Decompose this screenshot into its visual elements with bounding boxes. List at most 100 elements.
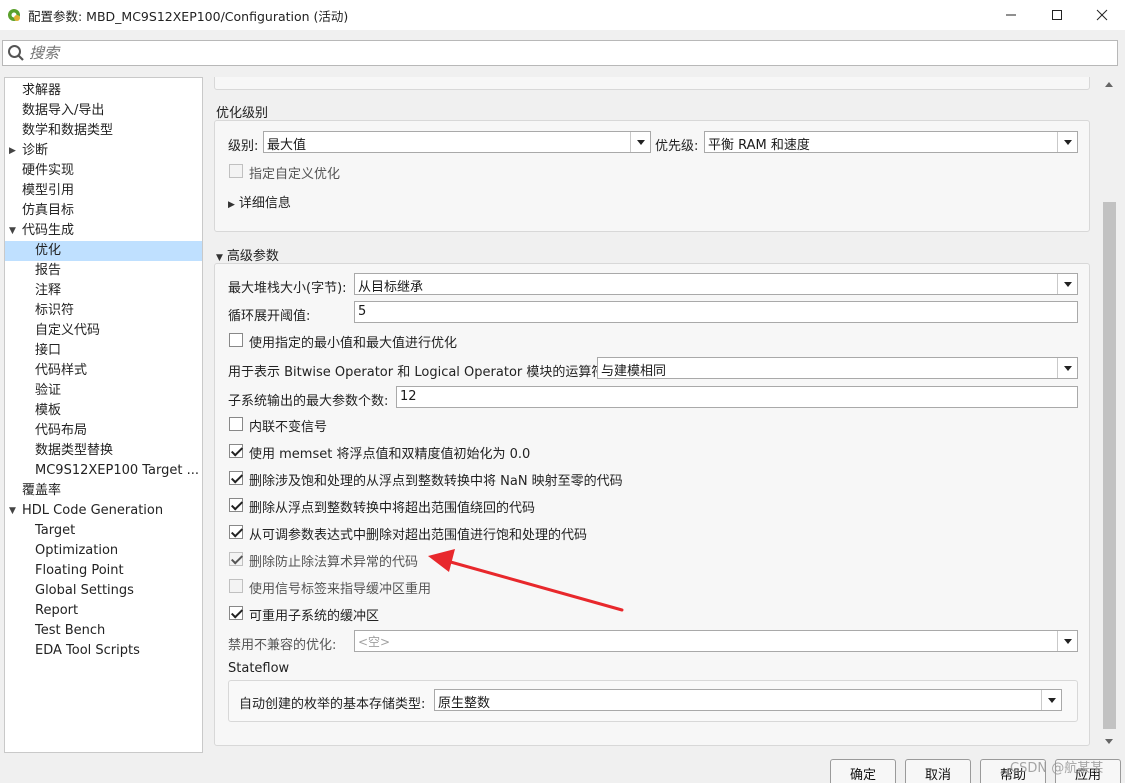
inline-checkbox[interactable] [229, 417, 243, 431]
tree-item-identifiers[interactable]: 标识符 [5, 301, 202, 321]
tree-item-hdl-global-settings[interactable]: Global Settings [5, 581, 202, 601]
tree-item-data-type-replacement[interactable]: 数据类型替换 [5, 441, 202, 461]
title-bar: 配置参数: MBD_MC9S12XEP100/Configuration (活动… [0, 0, 1125, 30]
advanced-title[interactable]: ▼ 高级参数 [216, 245, 279, 264]
enum-label: 自动创建的枚举的基本存储类型: [239, 697, 426, 712]
stack-select[interactable]: 从目标继承 [354, 273, 1078, 295]
details-expander[interactable]: ▶ 详细信息 [228, 192, 291, 211]
memset-checkbox[interactable] [229, 444, 243, 458]
stateflow-title: Stateflow [228, 661, 290, 676]
tree-item-comments[interactable]: 注释 [5, 281, 202, 301]
tree-item-codegen[interactable]: ▼ 代码生成 [5, 221, 202, 241]
chevron-down-icon[interactable] [630, 132, 650, 152]
tree-item-hardware[interactable]: 硬件实现 [5, 161, 202, 181]
tree-item-hdl-optimization[interactable]: Optimization [5, 541, 202, 561]
tree-item-code-layout[interactable]: 代码布局 [5, 421, 202, 441]
tree-item-data-io[interactable]: 数据导入/导出 [5, 101, 202, 121]
custom-opt-checkbox[interactable] [229, 164, 243, 178]
tree-item-hdl-codegen[interactable]: ▼ HDL Code Generation [5, 501, 202, 521]
tree-item-custom-code[interactable]: 自定义代码 [5, 321, 202, 341]
wrap-checkbox[interactable] [229, 498, 243, 512]
level-label: 级别: [228, 139, 259, 154]
maximize-icon [1052, 10, 1062, 20]
collapse-arrow-icon: ▼ [216, 253, 223, 263]
search-bar[interactable] [2, 40, 1118, 66]
bitwise-select[interactable]: 与建模相同 [597, 357, 1078, 379]
config-tree: 求解器 数据导入/导出 数学和数据类型 ▶ 诊断 硬件实现 模型引用 仿真目标 ▼… [4, 77, 203, 753]
tree-item-optimization[interactable]: 优化 [5, 241, 202, 261]
minimize-icon [1006, 14, 1016, 16]
tree-item-mc9s12-target[interactable]: MC9S12XEP100 Target ... [5, 461, 202, 481]
ok-button[interactable]: 确定 [830, 759, 896, 783]
settings-panel: 优化级别 级别: 最大值 优先级: 平衡 RAM 和速度 指定自定义优化 ▶ 详细… [203, 77, 1117, 753]
nan-label: 删除涉及饱和处理的从浮点到整数转换中将 NaN 映射至零的代码 [249, 474, 623, 489]
nan-checkbox[interactable] [229, 471, 243, 485]
tree-item-code-style[interactable]: 代码样式 [5, 361, 202, 381]
minmax-checkbox[interactable] [229, 333, 243, 347]
tree-item-hdl-report[interactable]: Report [5, 601, 202, 621]
tree-item-diagnostics[interactable]: ▶ 诊断 [5, 141, 202, 161]
reuse-checkbox[interactable] [229, 606, 243, 620]
reuse-label: 可重用子系统的缓冲区 [249, 609, 380, 624]
tree-item-verification[interactable]: 验证 [5, 381, 202, 401]
priority-select[interactable]: 平衡 RAM 和速度 [704, 131, 1078, 153]
stack-label: 最大堆栈大小(字节): [228, 281, 347, 296]
opt-level-group: 级别: 最大值 优先级: 平衡 RAM 和速度 指定自定义优化 ▶ 详细信息 [214, 120, 1090, 232]
expand-arrow-icon: ▶ [228, 200, 235, 210]
vertical-scrollbar[interactable] [1101, 77, 1117, 753]
div-checkbox[interactable] [229, 552, 243, 566]
scroll-down-icon[interactable] [1105, 739, 1113, 744]
incompat-select[interactable]: <空> [354, 630, 1078, 652]
sat-label: 从可调参数表达式中删除对超出范围值进行饱和处理的代码 [249, 528, 588, 543]
div-label: 删除防止除法算术异常的代码 [249, 555, 419, 570]
chevron-down-icon[interactable] [1057, 132, 1077, 152]
collapse-arrow-icon[interactable]: ▼ [9, 221, 16, 241]
cancel-button[interactable]: 取消 [905, 759, 971, 783]
collapse-arrow-icon[interactable]: ▼ [9, 501, 16, 521]
tree-item-math[interactable]: 数学和数据类型 [5, 121, 202, 141]
tree-item-hdl-eda-scripts[interactable]: EDA Tool Scripts [5, 641, 202, 661]
loop-threshold-input[interactable]: 5 [354, 301, 1078, 323]
chevron-down-icon[interactable] [1057, 358, 1077, 378]
maximize-button[interactable] [1034, 0, 1080, 30]
matlab-gear-icon [8, 9, 20, 21]
level-select[interactable]: 最大值 [263, 131, 651, 153]
tree-item-hdl-test-bench[interactable]: Test Bench [5, 621, 202, 641]
tree-item-solver[interactable]: 求解器 [5, 81, 202, 101]
loop-label: 循环展开阈值: [228, 309, 311, 324]
minmax-label: 使用指定的最小值和最大值进行优化 [249, 336, 458, 351]
siglabel-label: 使用信号标签来指导缓冲区重用 [249, 582, 432, 597]
tree-item-hdl-target[interactable]: Target [5, 521, 202, 541]
scroll-thumb[interactable] [1103, 202, 1116, 729]
chevron-down-icon[interactable] [1057, 274, 1077, 294]
memset-label: 使用 memset 将浮点值和双精度值初始化为 0.0 [249, 447, 531, 462]
expand-arrow-icon[interactable]: ▶ [9, 141, 16, 161]
chevron-down-icon[interactable] [1041, 690, 1061, 710]
enum-select[interactable]: 原生整数 [434, 689, 1062, 711]
tree-item-sim-target[interactable]: 仿真目标 [5, 201, 202, 221]
advanced-group: 最大堆栈大小(字节): 从目标继承 循环展开阈值: 5 使用指定的最小值和最大值… [214, 263, 1090, 746]
inline-label: 内联不变信号 [249, 420, 328, 435]
maxargs-input[interactable]: 12 [396, 386, 1078, 408]
tree-item-interface[interactable]: 接口 [5, 341, 202, 361]
close-icon [1096, 9, 1108, 21]
maxargs-label: 子系统输出的最大参数个数: [228, 394, 389, 409]
tree-item-model-ref[interactable]: 模型引用 [5, 181, 202, 201]
tree-item-hdl-floating-point[interactable]: Floating Point [5, 561, 202, 581]
sat-checkbox[interactable] [229, 525, 243, 539]
chevron-down-icon[interactable] [1057, 631, 1077, 651]
close-button[interactable] [1079, 0, 1125, 30]
search-input[interactable] [29, 44, 1029, 62]
tree-item-templates[interactable]: 模板 [5, 401, 202, 421]
siglabel-checkbox[interactable] [229, 579, 243, 593]
tree-item-report[interactable]: 报告 [5, 261, 202, 281]
custom-opt-label: 指定自定义优化 [249, 167, 341, 182]
watermark: CSDN @航某某 [1010, 761, 1104, 776]
priority-label: 优先级: [655, 139, 699, 154]
search-icon [8, 45, 24, 61]
bitwise-label: 用于表示 Bitwise Operator 和 Logical Operator… [228, 365, 609, 380]
scroll-up-icon[interactable] [1105, 82, 1113, 87]
previous-group [214, 77, 1090, 90]
tree-item-coverage[interactable]: 覆盖率 [5, 481, 202, 501]
minimize-button[interactable] [988, 0, 1034, 30]
